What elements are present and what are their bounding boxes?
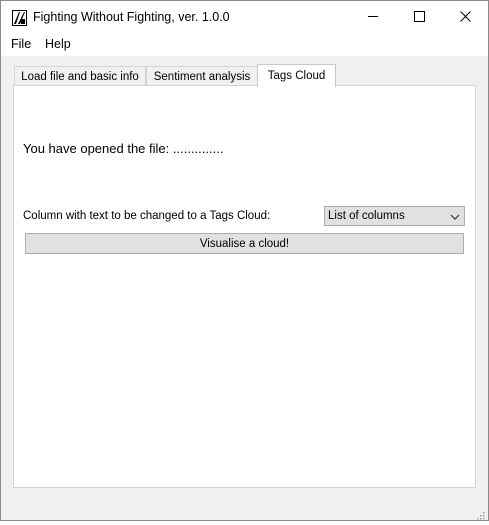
tab-sentiment-analysis[interactable]: Sentiment analysis (146, 66, 258, 86)
column-select[interactable]: List of columns (324, 206, 465, 226)
chevron-down-icon (450, 212, 460, 220)
visualise-cloud-button[interactable]: Visualise a cloud! (25, 233, 464, 254)
visualise-button-label: Visualise a cloud! (199, 237, 290, 250)
opened-file-text: You have opened the file: .............. (23, 141, 224, 156)
close-icon (459, 9, 471, 27)
minimize-button[interactable] (350, 1, 396, 34)
maximize-button[interactable] (396, 1, 442, 34)
menu-file[interactable]: File (11, 37, 31, 51)
column-select-value: List of columns (328, 210, 405, 222)
maximize-icon (413, 9, 425, 27)
tab-tags-cloud[interactable]: Tags Cloud (257, 64, 336, 87)
app-icon (12, 10, 27, 26)
app-window: Fighting Without Fighting, ver. 1.0.0 Fi… (0, 0, 489, 521)
tab-label: Sentiment analysis (153, 70, 251, 83)
title-bar[interactable]: Fighting Without Fighting, ver. 1.0.0 (1, 1, 488, 34)
column-label: Column with text to be changed to a Tags… (23, 210, 271, 222)
resize-grip-icon[interactable] (475, 507, 485, 520)
menu-help[interactable]: Help (45, 37, 71, 51)
window-title: Fighting Without Fighting, ver. 1.0.0 (33, 10, 230, 24)
minimize-icon (367, 9, 379, 27)
tab-label: Tags Cloud (267, 70, 326, 82)
close-button[interactable] (442, 1, 488, 34)
tab-label: Load file and basic info (21, 70, 139, 83)
tab-load-file[interactable]: Load file and basic info (14, 66, 146, 86)
menu-bar: File Help (1, 34, 488, 56)
